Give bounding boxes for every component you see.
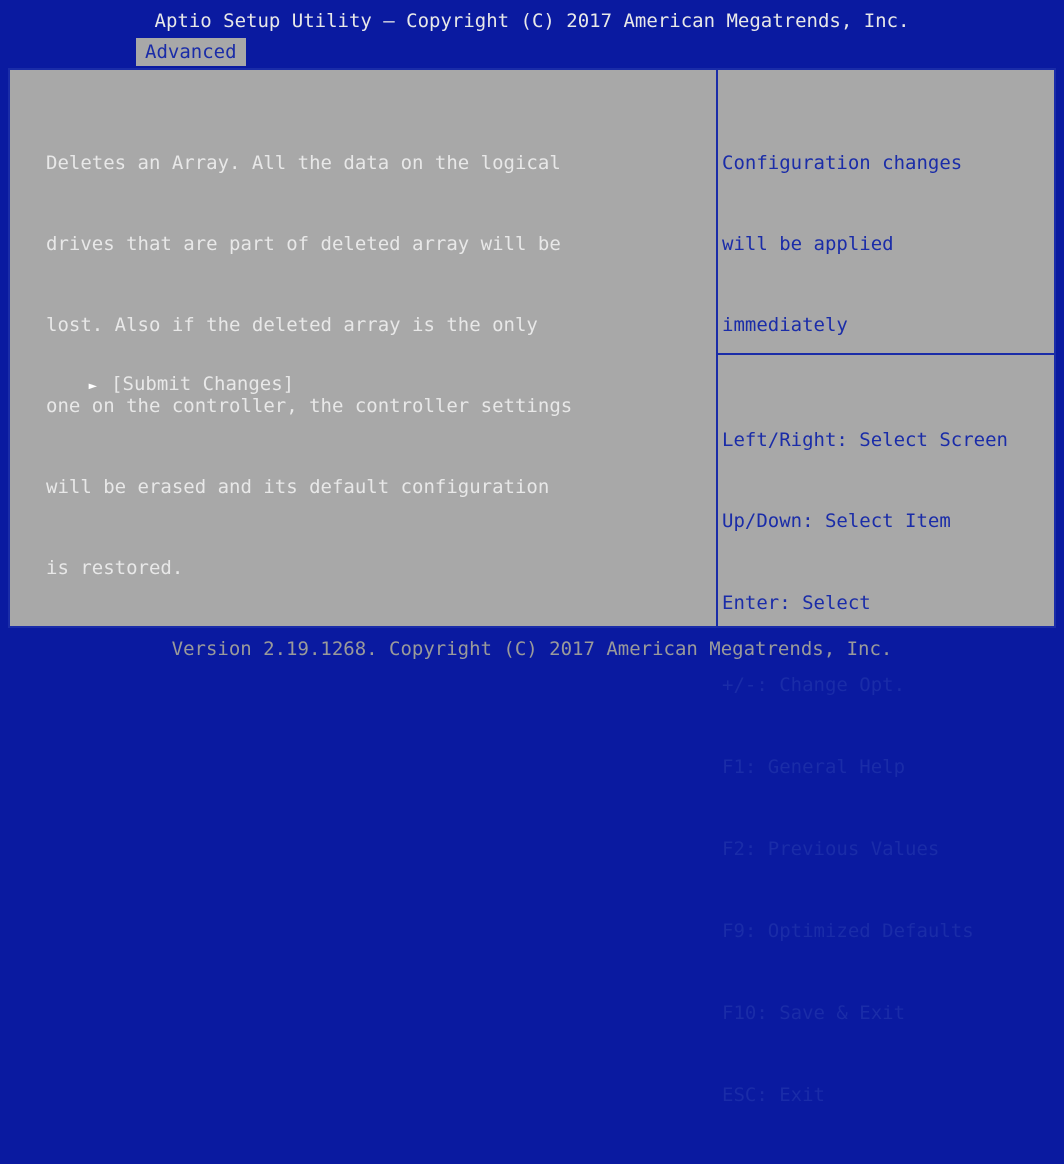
key-hint: Up/Down: Select Item: [722, 510, 951, 533]
header-bar: Aptio Setup Utility – Copyright (C) 2017…: [0, 0, 1064, 68]
main-panel: Deletes an Array. All the data on the lo…: [8, 68, 1056, 1106]
bios-setup-screen: Aptio Setup Utility – Copyright (C) 2017…: [0, 0, 1064, 1106]
description-line: Deletes an Array. All the data on the lo…: [46, 152, 561, 174]
utility-title: Aptio Setup Utility – Copyright (C) 2017…: [154, 10, 910, 32]
description-line: lost. Also if the deleted array is the o…: [46, 314, 538, 336]
vertical-divider: [716, 70, 718, 626]
key-hint: ESC: Exit: [722, 1083, 825, 1106]
submit-changes-item[interactable]: ► [Submit Changes]: [20, 344, 294, 395]
description-line: is restored.: [46, 557, 184, 579]
help-text: Configuration changes will be applied im…: [722, 96, 1052, 393]
submit-changes-label: [Submit Changes]: [111, 373, 295, 395]
tab-advanced[interactable]: Advanced: [136, 38, 246, 66]
key-hint: Enter: Select: [722, 592, 871, 615]
key-hint: F1: General Help: [722, 756, 906, 779]
description-line: will be erased and its default configura…: [46, 476, 550, 498]
key-hint: F9: Optimized Defaults: [722, 919, 974, 942]
help-line: Configuration changes: [722, 152, 963, 174]
description-line: drives that are part of deleted array wi…: [46, 233, 561, 255]
submenu-arrow-icon: ►: [88, 378, 98, 394]
key-legend: Left/Right: Select Screen Up/Down: Selec…: [722, 372, 1058, 1164]
key-hint: Left/Right: Select Screen: [722, 428, 1008, 451]
footer-bar: Version 2.19.1268. Copyright (C) 2017 Am…: [0, 630, 1064, 668]
help-line: will be applied: [722, 233, 894, 255]
version-text: Version 2.19.1268. Copyright (C) 2017 Am…: [171, 638, 893, 660]
key-hint: F2: Previous Values: [722, 838, 940, 861]
key-hint: +/-: Change Opt.: [722, 674, 906, 697]
key-hint: F10: Save & Exit: [722, 1001, 906, 1024]
help-line: immediately: [722, 314, 848, 336]
